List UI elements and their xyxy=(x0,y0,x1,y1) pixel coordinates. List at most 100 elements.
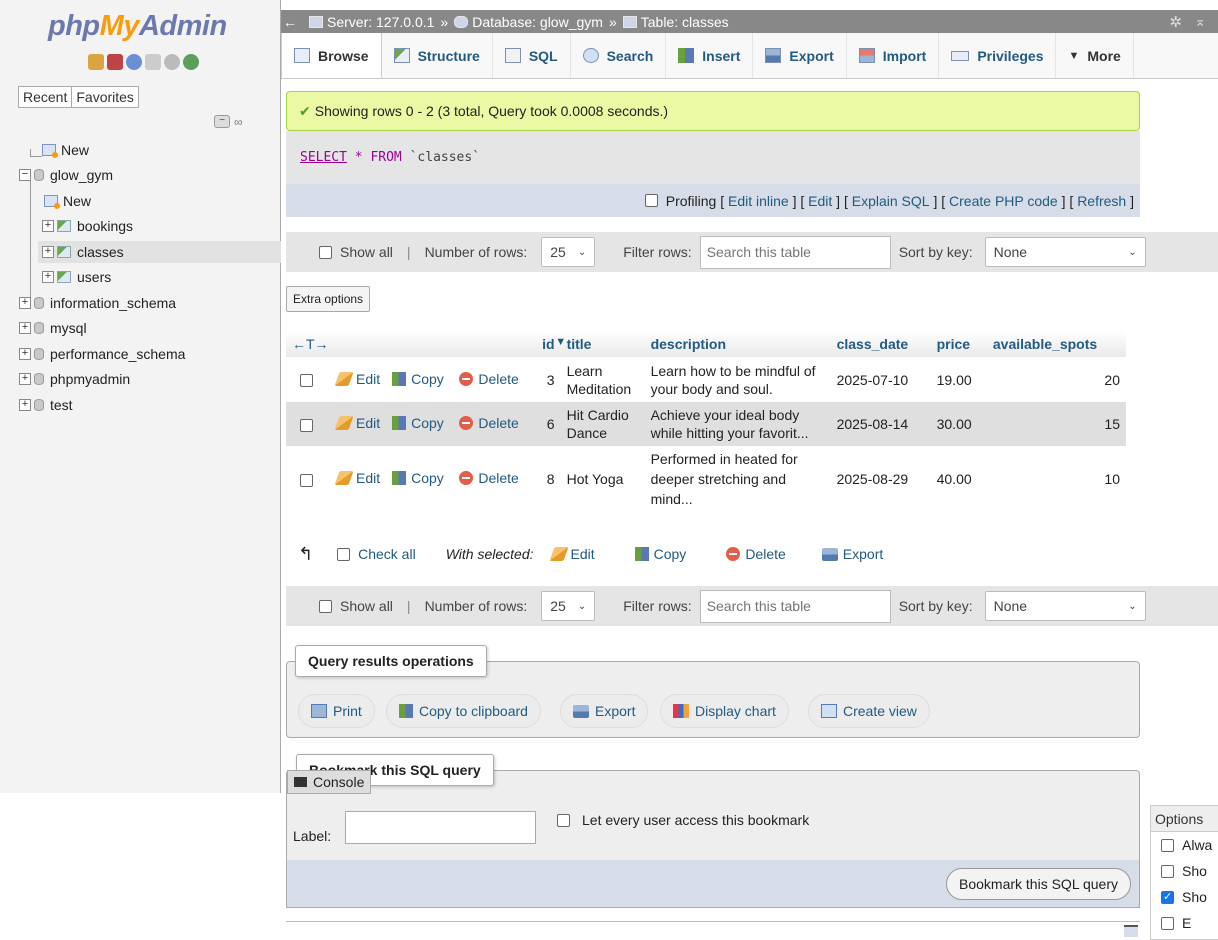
delete-button[interactable]: Delete xyxy=(459,371,519,387)
option-item[interactable]: Alwa xyxy=(1151,832,1218,858)
console-button[interactable]: Console xyxy=(287,770,371,794)
edit-link[interactable]: Edit xyxy=(808,193,832,209)
tree-table-users[interactable]: + users xyxy=(42,266,111,288)
tab-insert[interactable]: Insert xyxy=(666,33,754,78)
tab-more[interactable]: ▼ More xyxy=(1056,33,1134,78)
recent-tab[interactable]: Recent xyxy=(18,86,73,108)
copy-to-clipboard-button[interactable]: Copy to clipboard xyxy=(386,694,541,728)
tree-db-test[interactable]: + test xyxy=(19,394,73,416)
profiling-checkbox[interactable] xyxy=(644,194,658,207)
create-php-code-link[interactable]: Create PHP code xyxy=(949,193,1058,209)
option-item[interactable]: Sho xyxy=(1151,858,1218,884)
cell-id[interactable]: 6 xyxy=(536,402,561,446)
option-checkbox[interactable] xyxy=(1161,916,1174,930)
col-class-date[interactable]: class_date xyxy=(830,331,931,357)
tree-table-classes[interactable]: + classes xyxy=(38,241,281,263)
cell-description[interactable]: Learn how to be mindful of your body and… xyxy=(644,357,831,402)
tree-db-performance-schema[interactable]: + performance_schema xyxy=(19,343,185,365)
tree-db-phpmyadmin[interactable]: + phpmyadmin xyxy=(19,368,130,390)
edit-inline-link[interactable]: Edit inline xyxy=(728,193,789,209)
cell-title[interactable]: Learn Meditation xyxy=(560,357,645,402)
docs-icon[interactable] xyxy=(145,54,161,70)
col-description[interactable]: description xyxy=(644,331,831,357)
bookmark-submit-button[interactable]: Bookmark this SQL query xyxy=(946,868,1131,900)
cell-class-date[interactable]: 2025-07-10 xyxy=(830,357,931,402)
collapse-top-icon[interactable]: ⌅ xyxy=(1194,13,1206,30)
expand-icon[interactable]: + xyxy=(19,399,31,411)
gear-icon[interactable]: ✲ xyxy=(1169,13,1182,31)
bulk-edit-button[interactable]: Edit xyxy=(548,546,595,562)
tab-export[interactable]: Export xyxy=(753,33,847,78)
cell-price[interactable]: 40.00 xyxy=(930,446,987,512)
expand-icon[interactable]: + xyxy=(19,373,31,385)
tab-import[interactable]: Import xyxy=(847,33,940,78)
phpmyadmin-logo[interactable]: phpMyAdmin xyxy=(48,10,227,43)
option-checkbox[interactable] xyxy=(1161,838,1174,852)
cell-id[interactable]: 3 xyxy=(536,357,561,402)
tree-new-database[interactable]: New xyxy=(42,139,89,161)
sort-down-icon[interactable]: ▼ xyxy=(555,336,566,348)
cell-title[interactable]: Hot Yoga xyxy=(560,446,645,512)
tab-browse[interactable]: Browse xyxy=(281,33,382,78)
breadcrumb-database[interactable]: Database: glow_gym xyxy=(454,14,603,30)
sql-query-text[interactable]: SELECT * FROM `classes` xyxy=(300,150,480,165)
tree-new-table[interactable]: New xyxy=(44,190,91,212)
expand-icon[interactable]: + xyxy=(19,348,31,360)
check-all-label[interactable]: Check all xyxy=(358,546,416,562)
rows-select[interactable]: 25 ⌄ xyxy=(541,591,596,621)
create-view-button[interactable]: Create view xyxy=(808,694,930,728)
option-checkbox-checked[interactable] xyxy=(1161,890,1174,904)
breadcrumb-server[interactable]: Server: 127.0.0.1 xyxy=(309,14,434,30)
show-all-checkbox[interactable] xyxy=(319,599,332,613)
collapse-all-icon[interactable]: − xyxy=(214,115,230,128)
refresh-link[interactable]: Refresh xyxy=(1077,193,1126,209)
reload-icon[interactable] xyxy=(183,54,199,70)
show-all-checkbox[interactable] xyxy=(319,245,332,259)
explain-sql-link[interactable]: Explain SQL xyxy=(852,193,930,209)
filter-rows-input[interactable] xyxy=(699,589,891,623)
expand-icon[interactable]: + xyxy=(42,220,54,232)
option-item[interactable]: E xyxy=(1151,910,1218,936)
row-checkbox[interactable] xyxy=(300,374,313,388)
tab-structure[interactable]: Structure xyxy=(382,33,493,78)
edit-button[interactable]: Edit xyxy=(334,470,380,486)
cell-description[interactable]: Achieve your ideal body while hitting yo… xyxy=(644,402,831,446)
bookmark-label-input[interactable] xyxy=(345,811,536,844)
check-all-checkbox[interactable] xyxy=(337,547,351,561)
tree-db-mysql[interactable]: + mysql xyxy=(19,317,87,339)
col-price[interactable]: price xyxy=(930,331,987,357)
bulk-export-button[interactable]: Export xyxy=(821,546,883,562)
collapse-nav-icon[interactable]: ← xyxy=(281,14,299,30)
cell-available-spots[interactable]: 15 xyxy=(986,402,1126,446)
col-available-spots[interactable]: available_spots xyxy=(986,331,1126,357)
favorites-tab[interactable]: Favorites xyxy=(71,86,139,108)
tree-table-bookings[interactable]: + bookings xyxy=(42,215,133,237)
display-chart-button[interactable]: Display chart xyxy=(660,694,789,728)
expand-icon[interactable]: + xyxy=(19,297,31,309)
copy-button[interactable]: Copy xyxy=(392,470,444,486)
cell-class-date[interactable]: 2025-08-29 xyxy=(830,446,931,512)
cell-price[interactable]: 19.00 xyxy=(930,357,987,402)
delete-button[interactable]: Delete xyxy=(459,415,519,431)
cell-price[interactable]: 30.00 xyxy=(930,402,987,446)
cell-description[interactable]: Performed in heated for deeper stretchin… xyxy=(644,446,831,512)
filter-rows-input[interactable] xyxy=(699,235,891,269)
breadcrumb-table[interactable]: Table: classes xyxy=(622,14,729,30)
column-arrows-header[interactable]: ←T→ ▼ xyxy=(286,331,566,357)
cell-id[interactable]: 8 xyxy=(536,446,561,512)
col-title[interactable]: title xyxy=(560,331,645,357)
delete-button[interactable]: Delete xyxy=(459,470,519,486)
cell-class-date[interactable]: 2025-08-14 xyxy=(830,402,931,446)
tab-sql[interactable]: SQL xyxy=(493,33,571,78)
help-icon[interactable] xyxy=(126,54,142,70)
bulk-copy-button[interactable]: Copy xyxy=(634,546,686,562)
cell-available-spots[interactable]: 10 xyxy=(986,446,1126,512)
expand-icon[interactable]: + xyxy=(19,322,31,334)
edit-button[interactable]: Edit xyxy=(334,415,380,431)
row-checkbox[interactable] xyxy=(300,473,313,487)
option-checkbox[interactable] xyxy=(1161,864,1174,878)
edit-button[interactable]: Edit xyxy=(334,371,380,387)
sort-by-key-select[interactable]: None ⌄ xyxy=(984,591,1146,621)
export-button[interactable]: Export xyxy=(560,694,649,728)
tab-search[interactable]: Search xyxy=(571,33,667,78)
